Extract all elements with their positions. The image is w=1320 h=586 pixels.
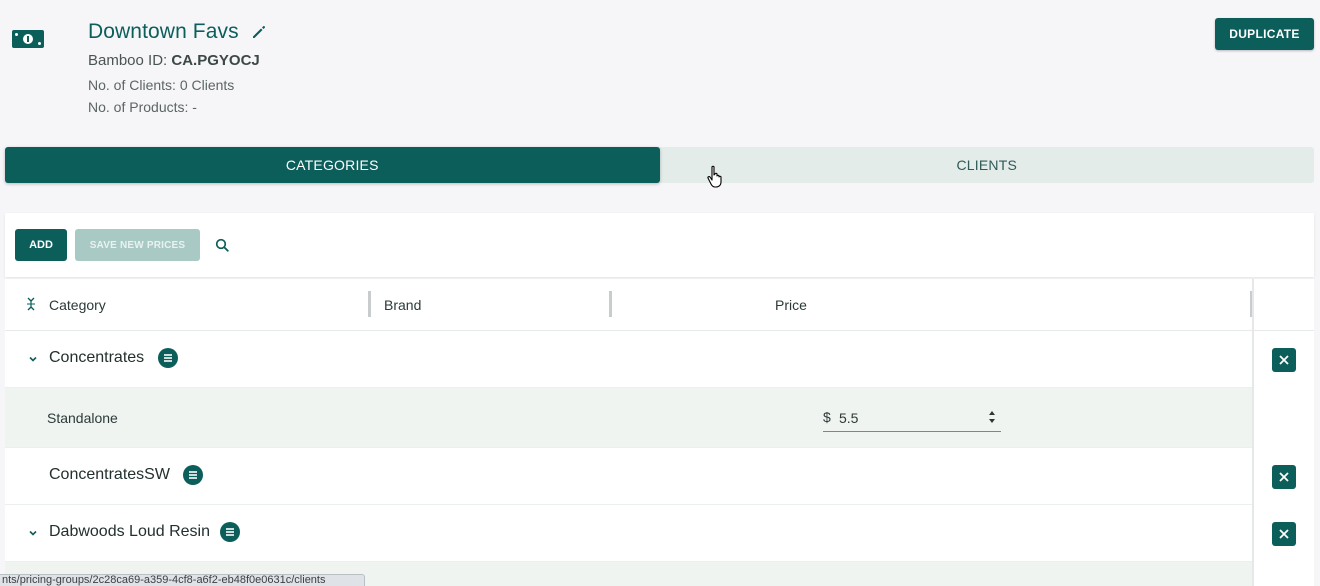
- toolbar: ADD SAVE NEW PRICES: [5, 213, 1314, 277]
- tab-bar: CATEGORIES CLIENTS: [5, 147, 1314, 183]
- tab-categories[interactable]: CATEGORIES: [5, 147, 660, 183]
- clients-count: No. of Clients: 0 Clients: [88, 77, 235, 93]
- price-field[interactable]: $: [823, 405, 1001, 432]
- menu-lines-icon[interactable]: [183, 465, 203, 485]
- chevron-down-icon[interactable]: [28, 354, 38, 364]
- products-count: No. of Products: -: [88, 99, 197, 115]
- category-row[interactable]: Concentrates: [5, 331, 1252, 388]
- category-row[interactable]: Dabwoods Loud Resin: [5, 505, 1252, 562]
- category-name: Dabwoods Loud Resin: [49, 523, 210, 540]
- currency-symbol: $: [823, 409, 831, 425]
- category-row[interactable]: ConcentratesSW: [5, 448, 1252, 505]
- remove-category-button[interactable]: [1272, 465, 1296, 489]
- menu-lines-icon[interactable]: [220, 522, 240, 542]
- page-title: Downtown Favs: [88, 20, 239, 43]
- column-header-price[interactable]: Price: [775, 297, 807, 313]
- close-icon: [1279, 472, 1289, 482]
- close-icon: [1279, 529, 1289, 539]
- column-resize-handle[interactable]: [368, 291, 371, 317]
- menu-lines-icon[interactable]: [158, 348, 178, 368]
- search-icon[interactable]: [215, 238, 229, 252]
- unfold-icon[interactable]: [26, 297, 36, 311]
- remove-category-button[interactable]: [1272, 522, 1296, 546]
- category-table: Category Brand Price Concentrates Standa…: [5, 279, 1314, 586]
- item-name: Standalone: [47, 410, 118, 426]
- category-name: ConcentratesSW: [49, 466, 170, 483]
- tab-clients[interactable]: CLIENTS: [660, 147, 1315, 183]
- table-header: Category Brand Price: [5, 279, 1314, 331]
- title-wrap: Downtown Favs: [88, 20, 267, 44]
- bamboo-id-label: Bamboo ID:: [88, 52, 168, 69]
- bamboo-id-line: Bamboo ID: CA.PGYOCJ: [88, 52, 260, 69]
- column-resize-handle[interactable]: [609, 291, 612, 317]
- spin-buttons-icon[interactable]: [988, 409, 996, 425]
- pencil-icon[interactable]: [251, 24, 267, 40]
- hand-cursor-icon: [707, 165, 722, 188]
- column-header-brand[interactable]: Brand: [384, 297, 421, 313]
- bamboo-id-value: CA.PGYOCJ: [171, 52, 260, 69]
- add-button[interactable]: ADD: [15, 229, 67, 261]
- close-icon: [1279, 355, 1289, 365]
- item-row: Standalone $: [5, 388, 1252, 448]
- category-name: Concentrates: [49, 349, 145, 366]
- remove-category-button[interactable]: [1272, 348, 1296, 372]
- pricing-group-header: Downtown Favs Bamboo ID: CA.PGYOCJ No. o…: [0, 0, 1320, 140]
- chevron-down-icon[interactable]: [28, 528, 38, 538]
- duplicate-button[interactable]: DUPLICATE: [1215, 18, 1314, 50]
- money-icon: [12, 30, 44, 48]
- browser-status-url: nts/pricing-groups/2c28ca69-a359-4cf8-a6…: [0, 574, 365, 586]
- save-new-prices-button: SAVE NEW PRICES: [75, 229, 200, 261]
- column-header-category[interactable]: Category: [49, 297, 106, 313]
- price-input[interactable]: [839, 407, 979, 429]
